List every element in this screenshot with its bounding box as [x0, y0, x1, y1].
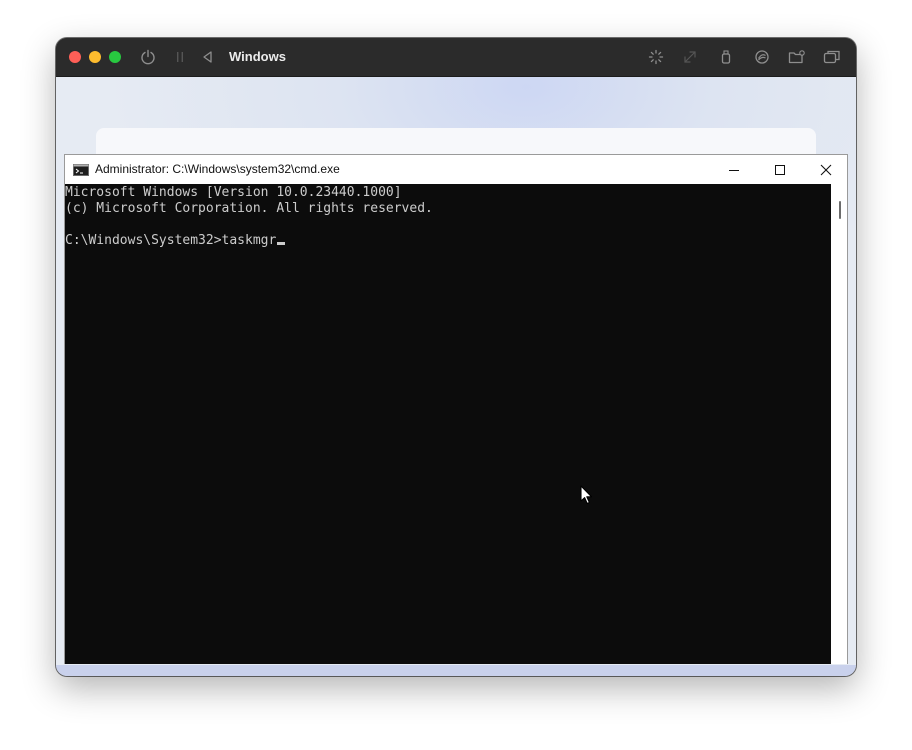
usb-icon[interactable]	[717, 48, 735, 66]
scrollbar-thumb[interactable]	[839, 201, 841, 219]
console-line: Microsoft Windows [Version 10.0.23440.10…	[65, 185, 402, 200]
mouse-pointer-icon	[580, 485, 593, 505]
cmd-titlebar[interactable]: Administrator: C:\Windows\system32\cmd.e…	[65, 155, 847, 184]
desktop-taskbar-edge	[56, 665, 856, 676]
shared-folder-icon[interactable]	[788, 48, 806, 66]
back-icon[interactable]	[199, 48, 217, 66]
cmd-icon[interactable]	[73, 163, 89, 176]
vm-desktop: Administrator: C:\Windows\system32\cmd.e…	[56, 77, 856, 676]
pause-icon[interactable]	[171, 48, 189, 66]
resize-icon[interactable]	[681, 48, 699, 66]
cmd-maximize-button[interactable]	[757, 155, 803, 184]
maximize-icon	[775, 164, 785, 175]
minimize-icon	[729, 169, 739, 171]
text-cursor	[277, 242, 286, 245]
power-icon[interactable]	[139, 48, 157, 66]
vm-window: Windows Administrator: C:\Windows\system…	[56, 38, 856, 676]
windows-icon[interactable]	[823, 48, 841, 66]
cmd-close-button[interactable]	[803, 155, 849, 184]
vm-titlebar: Windows	[56, 38, 856, 77]
brightness-icon[interactable]	[647, 48, 665, 66]
console-output[interactable]: Microsoft Windows [Version 10.0.23440.10…	[65, 184, 831, 664]
window-close-button[interactable]	[69, 51, 81, 63]
cmd-title: Administrator: C:\Windows\system32\cmd.e…	[95, 162, 340, 176]
network-icon[interactable]	[753, 48, 771, 66]
console-scrollbar[interactable]	[831, 184, 847, 664]
cmd-window: Administrator: C:\Windows\system32\cmd.e…	[64, 154, 848, 664]
console-line: (c) Microsoft Corporation. All rights re…	[65, 201, 433, 216]
vm-title: Windows	[229, 49, 286, 64]
console-command: C:\Windows\System32>taskmgr	[65, 233, 277, 248]
console-prompt-line[interactable]: C:\Windows\System32>taskmgr	[65, 233, 286, 249]
close-icon	[820, 164, 832, 175]
window-zoom-button[interactable]	[109, 51, 121, 63]
window-minimize-button[interactable]	[89, 51, 101, 63]
cmd-minimize-button[interactable]	[711, 155, 757, 184]
